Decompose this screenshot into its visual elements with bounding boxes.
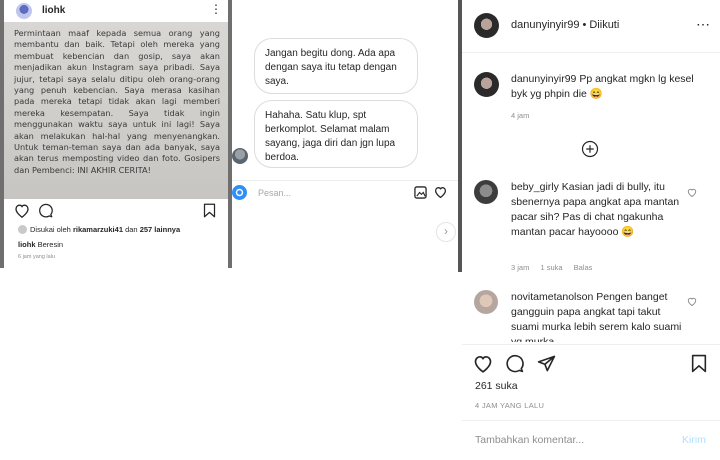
left-post-username[interactable]: liohk [42,5,65,16]
caption-time: 4 jam [511,111,530,120]
left-post-caption: liohk Beresin [18,240,63,249]
message-input[interactable]: Pesan... [258,188,291,198]
divider [462,344,720,345]
message-bubble: Hahaha. Satu klup, spt berkomplot. Selam… [254,100,418,168]
left-post-image-text: Permintaan maaf kepada semua orang yang … [14,28,220,175]
chat-panel: Jangan begitu dong. Ada apa dengan saya … [232,0,458,246]
image-icon[interactable] [414,186,427,199]
post-header: danunyinyir99 • Diikuti ⋯ [462,0,720,53]
follow-status[interactable]: Diikuti [589,19,619,31]
avatar [18,225,27,234]
post-caption: danunyinyir99 Pp angkat mgkn lg kesel by… [511,72,711,102]
heart-icon[interactable] [14,203,30,218]
heart-icon[interactable] [687,297,697,306]
heart-icon[interactable] [687,188,697,197]
left-post-card: liohk ⋮ Permintaan maaf kepada semua ora… [4,0,228,268]
heart-icon[interactable] [473,354,493,373]
comment: novitametanolson Pengen banget gangguin … [511,290,687,342]
caption-text: Beresin [37,240,64,249]
more-options-icon[interactable]: ⋮ [210,2,222,16]
bookmark-icon[interactable] [691,354,707,373]
left-post-header: liohk ⋮ [4,0,228,23]
bookmark-icon[interactable] [203,203,216,218]
liked-mid: dan [125,225,138,234]
post-header-user: danunyinyir99 • Diikuti [511,19,619,31]
liked-user-link[interactable]: rikamarzuki41 [73,225,123,234]
comment-icon[interactable] [38,203,53,218]
separator-dot: • [582,19,587,31]
reply-link[interactable]: Balas [574,263,593,272]
liked-others-link[interactable]: 257 lainnya [140,225,180,234]
avatar[interactable] [474,13,499,38]
left-post-actions [4,200,228,222]
liked-prefix: Disukai oleh [30,225,71,234]
left-post-screenshot: liohk ⋮ Permintaan maaf kepada semua ora… [0,0,232,268]
comment-username-link[interactable]: novitametanolson [511,291,593,303]
chat-composer: Pesan... [232,180,458,205]
comment-username-link[interactable]: beby_girly [511,181,559,193]
post-actions [462,354,720,376]
avatar[interactable] [16,3,32,19]
comment-meta: 3 jam 1 suka Balas [511,263,592,272]
left-post-time: 6 jam yang lalu [18,254,55,260]
avatar[interactable] [474,72,499,97]
avatar [232,148,248,164]
comment: beby_girly Kasian jadi di bully, itu sbe… [511,180,687,240]
left-post-likes: Disukai oleh rikamarzuki41 dan 257 lainn… [18,225,180,234]
heart-icon[interactable] [434,186,447,198]
divider [462,420,720,421]
camera-icon[interactable] [232,185,247,200]
message-bubble: Jangan begitu dong. Ada apa dengan saya … [254,38,418,94]
more-options-icon[interactable]: ⋯ [696,16,710,33]
comment-likes-link[interactable]: 1 suka [540,263,562,272]
caption-username[interactable]: liohk [18,240,36,249]
avatar[interactable] [474,290,498,314]
comment-input[interactable]: Tambahkan komentar... [475,434,584,446]
avatar[interactable] [474,180,498,204]
plus-circle-icon[interactable] [581,140,599,158]
caption-username-link[interactable]: danunyinyir99 [511,73,576,85]
likes-count[interactable]: 261 suka [475,380,518,392]
post-comment-button[interactable]: Kirim [682,434,706,446]
post-detail-panel: danunyinyir99 • Diikuti ⋯ danunyinyir99 Pp… [462,0,720,460]
paper-plane-icon[interactable] [537,354,556,373]
left-post-image: Permintaan maaf kepada semua orang yang … [4,22,228,199]
post-time: 4 JAM YANG LALU [475,401,545,410]
comment-time: 3 jam [511,263,530,272]
comment-icon[interactable] [505,354,524,373]
chevron-right-icon[interactable]: › [436,222,456,242]
header-username-link[interactable]: danunyinyir99 [511,19,580,31]
